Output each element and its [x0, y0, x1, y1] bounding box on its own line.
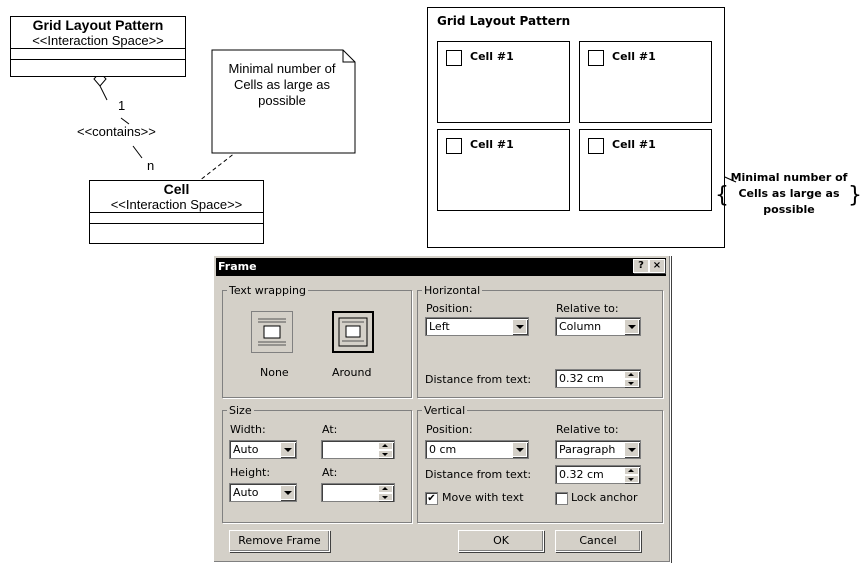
cell-label: Cell #1	[470, 138, 514, 151]
horizontal-position-label: Position:	[426, 302, 473, 315]
uml-note-text: Minimal number of Cells as large as poss…	[228, 61, 336, 108]
width-label: Width:	[230, 423, 266, 436]
spin-up-icon[interactable]	[378, 485, 393, 493]
checkbox-icon	[588, 138, 604, 154]
group-legend: Size	[227, 404, 254, 417]
spin-down-icon[interactable]	[378, 493, 393, 501]
remove-frame-button[interactable]: Remove Frame	[229, 530, 330, 552]
spinner-value: 0.32 cm	[559, 372, 604, 385]
lock-anchor-checkbox[interactable]	[555, 492, 568, 505]
uml-class-attributes	[90, 213, 263, 224]
uml-class-grid-layout: Grid Layout Pattern <<Interaction Space>…	[10, 16, 186, 77]
vertical-relative-select[interactable]: Paragraph	[555, 440, 641, 459]
select-value: Paragraph	[559, 443, 616, 456]
vertical-relative-label: Relative to:	[556, 423, 619, 436]
uml-class-operations	[90, 224, 263, 234]
ok-button[interactable]: OK	[458, 530, 544, 552]
select-value: Column	[559, 320, 602, 333]
width-at-spinner[interactable]	[321, 440, 395, 459]
dropdown-arrow-icon[interactable]	[624, 442, 639, 457]
help-button[interactable]: ?	[633, 259, 649, 273]
width-at-label: At:	[322, 423, 338, 436]
select-value: 0 cm	[429, 443, 457, 456]
dropdown-arrow-icon[interactable]	[280, 485, 295, 500]
height-select[interactable]: Auto	[229, 483, 297, 502]
height-label: Height:	[230, 466, 271, 479]
height-at-spinner[interactable]	[321, 483, 395, 502]
group-legend: Vertical	[422, 404, 468, 417]
uml-class-attributes	[11, 49, 185, 60]
dialog-titlebar: Frame	[216, 258, 666, 276]
wrap-none-label: None	[260, 366, 289, 379]
mockup-cell: Cell #1	[437, 41, 570, 123]
spin-down-icon[interactable]	[624, 379, 639, 387]
multiplicity-n: n	[147, 158, 155, 173]
height-at-label: At:	[322, 466, 338, 479]
spinner-value: 0.32 cm	[559, 468, 604, 481]
select-value: Auto	[233, 443, 259, 456]
dropdown-arrow-icon[interactable]	[512, 319, 527, 334]
cell-label: Cell #1	[470, 50, 514, 63]
horizontal-distance-spinner[interactable]: 0.32 cm	[555, 369, 641, 388]
uml-class-name: Cell	[163, 181, 190, 197]
grid-mockup: Grid Layout Pattern Cell #1 Cell #1 Cell…	[427, 7, 725, 248]
dropdown-arrow-icon[interactable]	[280, 442, 295, 457]
lock-anchor-label: Lock anchor	[571, 491, 638, 504]
wrap-around-option[interactable]	[332, 311, 374, 353]
mockup-title: Grid Layout Pattern	[437, 14, 571, 28]
wrap-none-icon	[258, 318, 286, 346]
dropdown-arrow-icon[interactable]	[512, 442, 527, 457]
spin-down-icon[interactable]	[624, 475, 639, 483]
uml-class-operations	[11, 60, 185, 70]
move-with-text-label: Move with text	[442, 491, 524, 504]
checkbox-icon	[588, 50, 604, 66]
group-legend: Horizontal	[422, 284, 483, 297]
width-select[interactable]: Auto	[229, 440, 297, 459]
uml-class-stereotype: <<Interaction Space>>	[32, 33, 164, 48]
vertical-position-select[interactable]: 0 cm	[425, 440, 529, 459]
uml-class-header: Cell <<Interaction Space>>	[90, 181, 263, 213]
size-group: Size	[222, 404, 412, 523]
wrap-around-icon	[338, 317, 368, 347]
dropdown-arrow-icon[interactable]	[624, 319, 639, 334]
move-with-text-checkbox[interactable]: ✔	[425, 492, 438, 505]
horizontal-relative-label: Relative to:	[556, 302, 619, 315]
wrap-none-option[interactable]	[251, 311, 293, 353]
cell-label: Cell #1	[612, 50, 656, 63]
mockup-cell: Cell #1	[579, 41, 712, 123]
select-value: Auto	[233, 486, 259, 499]
horizontal-relative-select[interactable]: Column	[555, 317, 641, 336]
horizontal-position-select[interactable]: Left	[425, 317, 529, 336]
cell-label: Cell #1	[612, 138, 656, 151]
group-legend: Text wrapping	[227, 284, 308, 297]
checkbox-icon	[446, 50, 462, 66]
vertical-distance-spinner[interactable]: 0.32 cm	[555, 465, 641, 484]
spin-down-icon[interactable]	[378, 450, 393, 458]
vertical-position-label: Position:	[426, 423, 473, 436]
wrap-around-label: Around	[332, 366, 372, 379]
checkbox-icon	[446, 138, 462, 154]
uml-class-stereotype: <<Interaction Space>>	[110, 197, 243, 212]
mockup-cell: Cell #1	[579, 129, 712, 211]
spin-up-icon[interactable]	[378, 442, 393, 450]
mockup-note: Minimal number of Cells as large as poss…	[730, 171, 848, 216]
uml-class-name: Grid Layout Pattern	[32, 17, 164, 33]
dialog-title: Frame	[218, 260, 257, 273]
cancel-button[interactable]: Cancel	[555, 530, 641, 552]
vertical-distance-label: Distance from text:	[425, 468, 532, 481]
multiplicity-one: 1	[118, 98, 126, 113]
horizontal-distance-label: Distance from text:	[425, 373, 532, 386]
spin-up-icon[interactable]	[624, 467, 639, 475]
uml-note: Minimal number of Cells as large as poss…	[209, 45, 355, 154]
uml-class-header: Grid Layout Pattern <<Interaction Space>…	[11, 17, 185, 49]
mockup-cell: Cell #1	[437, 129, 570, 211]
spin-up-icon[interactable]	[624, 371, 639, 379]
select-value: Left	[429, 320, 450, 333]
vertical-group: Vertical	[417, 404, 663, 523]
uml-class-cell: Cell <<Interaction Space>>	[89, 180, 264, 244]
close-button[interactable]: ×	[649, 259, 665, 273]
association-label: <<contains>>	[77, 124, 156, 139]
frame-dialog: Frame ? × Text wrapping None Around Hori…	[213, 255, 671, 563]
